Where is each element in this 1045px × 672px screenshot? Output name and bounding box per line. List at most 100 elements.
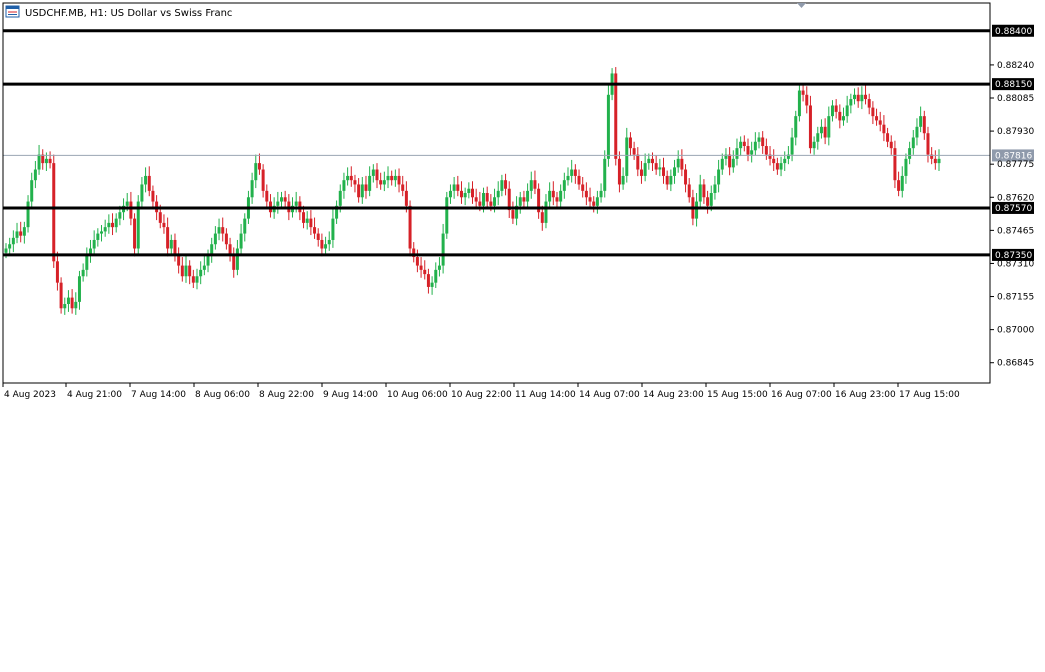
x-tick-label: 14 Aug 23:00 [643,390,704,400]
candle [698,174,702,207]
bear-candle-body [882,124,886,134]
y-tick-label: 0.87930 [997,127,1034,137]
level-label: 0.87570 [995,204,1032,214]
bear-candle-body [628,137,632,149]
candle [467,182,471,199]
bull-candle-body [92,239,96,249]
candle [639,160,643,184]
candle [504,173,508,196]
candle [603,150,607,198]
current-price-line: 0.87816 [3,149,1034,162]
bear-candle-body [353,180,357,185]
plot-frame [2,2,991,384]
bear-candle-body [408,205,412,249]
bull-candle-body [368,175,372,191]
candle [853,88,857,105]
bear-candle-body [133,218,137,249]
bear-candle-body [684,169,688,185]
candle [496,181,500,206]
bull-candle-body [779,163,783,170]
bull-candle-body [845,105,849,117]
candle [177,247,181,274]
bear-candle-body [573,169,577,176]
bull-candle-body [202,265,206,270]
axes: 0.88240 0.88085 0.87930 0.87775 0.87620 0.874… [2,2,1034,400]
candle [386,166,390,189]
bull-candle-body [382,180,386,185]
candle [860,86,864,110]
bear-candle-body [415,257,419,266]
bear-candle-body [889,141,893,149]
candle [662,157,666,184]
candle [559,184,563,209]
bear-candle-body [357,184,361,198]
candle [221,217,225,242]
bear-candle-body [478,201,482,206]
bear-candle-body [555,197,559,202]
candle [801,83,805,102]
bull-candle-body [562,180,566,191]
horizontal-levels[interactable]: 0.884000.881500.875700.87350 [3,24,1034,261]
bear-candle-body [687,184,691,198]
candle [897,171,901,197]
bull-candle-body [757,137,761,142]
candle [926,126,930,163]
bear-candle-body [702,184,706,198]
bear-candle-body [471,188,474,198]
candle [830,100,834,122]
bear-candle-body [867,99,871,108]
candle [731,150,735,173]
candle [92,230,96,254]
candle [827,106,831,146]
bear-candle-body [401,184,405,191]
candle [819,119,823,139]
y-tick-label: 0.87310 [997,259,1034,269]
candle [228,237,232,262]
bull-candle-body [900,175,904,191]
candlestick-chart[interactable]: USDCHF.MB, H1: US Dollar vs Swiss Franc … [0,0,1045,404]
candle [63,297,67,315]
candle [8,237,12,256]
bull-candle-body [107,222,111,228]
bear-candle-body [158,212,162,223]
bull-candle-body [500,180,504,191]
candle [169,234,173,254]
candle [886,127,890,148]
chart-window[interactable]: USDCHF.MB, H1: US Dollar vs Swiss Franc … [0,0,1045,404]
chart-shift-marker-icon[interactable] [797,3,806,8]
bear-candle-body [584,190,588,198]
bull-candle-body [669,175,673,185]
candle [548,182,552,209]
candle [96,228,100,247]
candle [11,230,15,253]
bear-candle-body [864,94,868,100]
candle [676,150,680,173]
bear-candle-body [228,244,232,255]
candle [687,178,691,203]
bull-candle-body [647,158,651,164]
candle [922,110,926,140]
y-tick-label: 0.88085 [997,94,1034,104]
bear-candle-body [706,197,710,206]
bear-candle-body [775,163,779,170]
candle [882,115,886,142]
candle [636,147,640,177]
bull-candle-body [22,227,26,236]
candle [783,151,787,172]
candle [114,213,118,233]
x-tick-label: 16 Aug 23:00 [835,390,896,400]
bear-candle-body [875,116,879,121]
bull-candle-body [753,141,757,151]
candle [147,166,151,197]
bull-candle-body [77,276,81,302]
candle [463,187,467,206]
bull-candle-body [445,197,449,234]
x-tick-label: 10 Aug 06:00 [387,390,448,400]
candle [908,141,912,165]
candle [573,164,577,184]
candle [423,260,427,280]
candle [526,183,530,209]
bear-candle-body [742,141,746,147]
bear-candle-body [933,158,937,164]
candle [180,257,184,282]
